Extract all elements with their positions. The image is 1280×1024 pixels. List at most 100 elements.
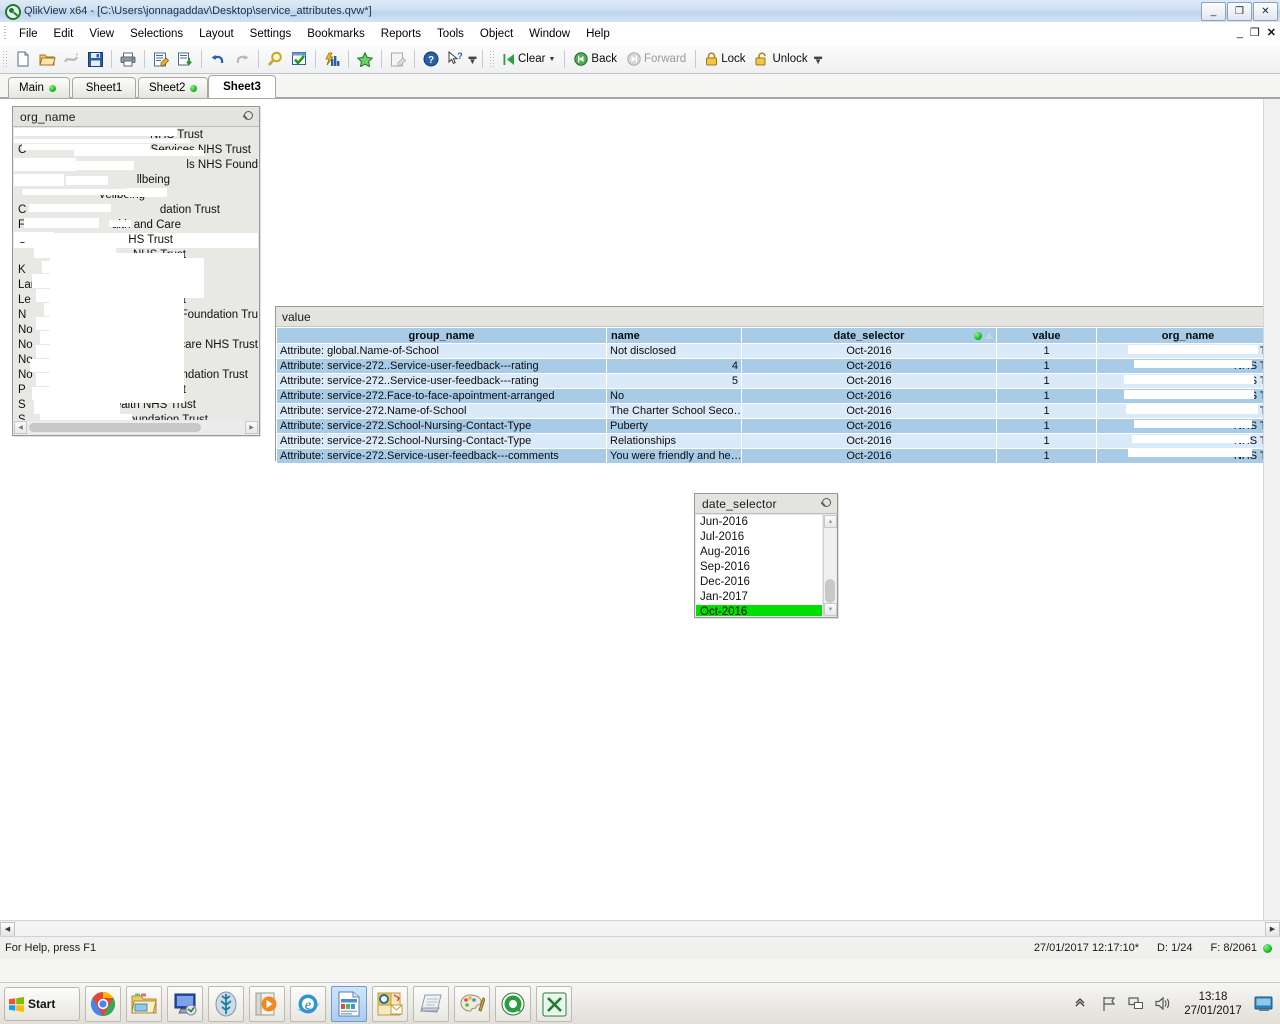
list-item[interactable]: Leship NHS Trust [14,293,258,308]
cell-name[interactable]: Puberty [607,419,742,434]
toolbar-grip-handle[interactable] [2,50,8,68]
taskbar-qlikview-document[interactable] [331,986,367,1022]
taskbar-notepad[interactable] [413,986,449,1022]
cell-org-name[interactable]: NHS Tru [1097,374,1280,389]
cell-org-name[interactable]: NHS Tru [1097,344,1280,359]
cell-value[interactable]: 1 [997,419,1097,434]
scrollbar-thumb[interactable] [29,423,201,432]
scrollbar-track[interactable] [15,922,1265,937]
scrollbar-thumb[interactable] [825,579,835,603]
list-item[interactable]: Lancndation NHS Trust [14,278,258,293]
taskbar-remote-desktop[interactable] [167,986,203,1022]
taskbar-microsoft-excel[interactable] [536,986,572,1022]
menu-bookmarks[interactable]: Bookmarks [299,25,373,43]
table-row[interactable]: Attribute: service-272.School-Nursing-Co… [277,434,1280,449]
list-item[interactable]: SHealth NHS Trust [14,398,258,413]
taskbar-media-player[interactable] [249,986,285,1022]
listbox-rows[interactable]: NHS Trust Cy Services NHS Trust ls NHS F… [14,128,258,420]
list-item-selected[interactable]: Oct-2016 [696,605,822,616]
menu-settings[interactable]: Settings [242,25,300,43]
close-button[interactable]: ✕ [1253,2,1278,21]
value-table[interactable]: group_name name date_selector value org_… [276,327,1280,464]
menu-view[interactable]: View [81,25,122,43]
table-row[interactable]: Attribute: service-272..Service-user-fee… [277,374,1280,389]
scroll-down-arrow-icon[interactable]: ▼ [824,603,837,616]
tablebox-value[interactable]: value group_name name date_selector [275,306,1280,461]
cell-name[interactable]: 5 [607,374,742,389]
cell-org-name[interactable]: NHS Tru [1097,419,1280,434]
selection-toolbar-overflow-button[interactable]: ▬▼ [813,48,824,70]
add-bookmark-icon[interactable] [354,48,376,70]
help-icon[interactable]: ? [420,48,442,70]
column-header-org-name[interactable]: org_name [1097,328,1280,344]
list-item[interactable]: Dec-2016 [696,575,822,590]
list-item[interactable]: Sep-2016 [696,560,822,575]
cell-org-name[interactable]: NHS Tru [1097,389,1280,404]
quick-chart-wizard-icon[interactable] [321,48,343,70]
menu-grip-handle[interactable] [2,26,9,41]
sheet-tab-sheet1[interactable]: Sheet1 [72,77,136,98]
scroll-right-arrow-icon[interactable]: ▶ [1265,922,1280,937]
column-header-date-selector[interactable]: date_selector [742,328,997,344]
list-item[interactable]: NHS Trust [14,248,258,263]
cell-name[interactable]: Relationships [607,434,742,449]
column-header-name[interactable]: name [607,328,742,344]
taskbar-internet-explorer[interactable]: e [290,986,326,1022]
taskbar-microsoft-outlook[interactable] [372,986,408,1022]
unlock-button[interactable]: Unlock [750,50,812,68]
table-row[interactable]: Attribute: service-272.Face-to-face-apoi… [277,389,1280,404]
scroll-right-arrow-icon[interactable]: ▶ [245,421,258,434]
cell-org-name[interactable]: NHS Tru [1097,449,1280,464]
cell-value[interactable]: 1 [997,404,1097,419]
listbox-date-selector[interactable]: date_selector Jun-2016 Jul-2016 Aug-2016… [694,493,838,618]
scroll-left-arrow-icon[interactable]: ◀ [14,421,27,434]
cell-value[interactable]: 1 [997,374,1097,389]
table-row[interactable]: Attribute: global.Name-of-School Not dis… [277,344,1280,359]
toolbar-overflow-button[interactable]: ▬▼ [467,48,478,70]
cell-name[interactable]: You were friendly and he… [607,449,742,464]
cell-name[interactable]: No [607,389,742,404]
back-button[interactable]: Back [569,50,622,68]
menu-file[interactable]: File [11,25,46,43]
network-icon[interactable] [1128,996,1145,1013]
list-item[interactable]: Jan-2017 [696,590,822,605]
open-document-icon[interactable] [36,48,58,70]
menu-layout[interactable]: Layout [191,25,242,43]
start-button[interactable]: Start [4,987,80,1021]
listbox-vertical-scrollbar[interactable]: ▲ ▼ [823,515,836,616]
menu-selections[interactable]: Selections [122,25,191,43]
magnifier-icon[interactable] [241,110,254,123]
cell-name[interactable]: 4 [607,359,742,374]
menu-help[interactable]: Help [578,25,618,43]
cell-value[interactable]: 1 [997,389,1097,404]
clear-dropdown-arrow[interactable]: ▼ [548,56,555,63]
cell-org-name[interactable]: NHS Tru [1097,434,1280,449]
search-icon[interactable] [264,48,286,70]
listbox-horizontal-scrollbar[interactable]: ◀ ▶ [14,421,258,434]
volume-icon[interactable] [1155,996,1172,1013]
cell-value[interactable]: 1 [997,359,1097,374]
menu-edit[interactable]: Edit [46,25,82,43]
sheet-tab-main[interactable]: Main [8,77,70,98]
list-item[interactable]: llbeing [14,173,258,188]
sheet-tab-sheet3[interactable]: Sheet3 [208,75,276,98]
cell-org-name[interactable]: NHS Tru [1097,359,1280,374]
cell-date-selector[interactable]: Oct-2016 [742,344,997,359]
current-selections-icon[interactable] [288,48,310,70]
document-restore-button[interactable]: ❐ [1250,26,1260,39]
taskbar-windows-explorer[interactable] [126,986,162,1022]
reload-icon[interactable] [60,48,82,70]
list-item[interactable]: CHS Trust [14,233,258,248]
minimize-button[interactable]: _ [1201,2,1226,21]
cell-name[interactable]: Not disclosed [607,344,742,359]
column-header-group-name[interactable]: group_name [277,328,607,344]
print-icon[interactable] [117,48,139,70]
taskbar-paint[interactable] [454,986,490,1022]
list-item[interactable]: ls NHS Found [14,158,258,173]
cell-org-name[interactable]: NHS Tru [1097,404,1280,419]
list-item[interactable]: Noe NHS Trust [14,353,258,368]
clear-button[interactable]: Clear ▼ [498,51,560,68]
cell-date-selector[interactable]: Oct-2016 [742,404,997,419]
redo-icon[interactable] [231,48,253,70]
list-item[interactable]: Aug-2016 [696,545,822,560]
